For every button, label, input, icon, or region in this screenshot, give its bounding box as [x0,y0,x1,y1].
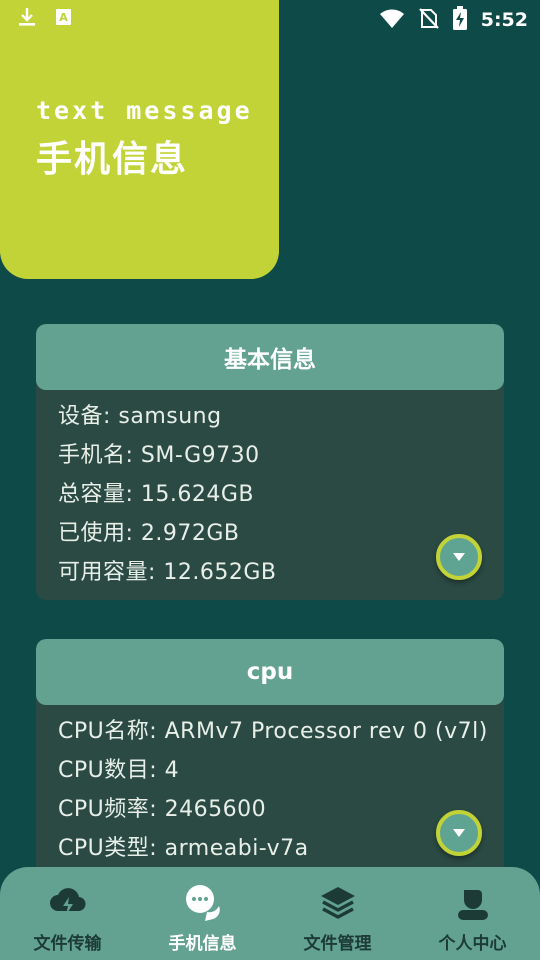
cpu-row-name: CPU名称: ARMv7 Processor rev 0 (v7l) [58,719,488,744]
expand-cpu-info-button[interactable] [436,810,482,856]
user-icon [453,883,493,923]
basic-info-title: 基本信息 [36,324,504,390]
download-icon [16,6,38,32]
chevron-down-icon [453,829,465,837]
nav-label-profile: 个人中心 [438,934,507,954]
expand-basic-info-button[interactable] [436,534,482,580]
nav-label-file-transfer: 文件传输 [33,934,102,954]
cloud-transfer-icon [48,883,88,923]
nav-item-phone-info[interactable]: 手机信息 [135,867,270,960]
info-row-model: 手机名: SM-G9730 [58,443,260,468]
nav-item-file-manager[interactable]: 文件管理 [270,867,405,960]
cpu-info-title: cpu [36,639,504,705]
status-bar: A 5:52 [0,0,540,36]
no-sim-icon [418,7,439,33]
nav-label-phone-info: 手机信息 [168,934,237,954]
status-time: 5:52 [480,9,528,31]
header-title: 手机信息 [36,139,189,180]
nav-item-profile[interactable]: 个人中心 [405,867,540,960]
chat-bubbles-icon [183,883,223,923]
info-row-device: 设备: samsung [58,404,222,429]
battery-charging-icon [452,6,467,34]
bottom-nav: 文件传输 手机信息 文件管理 个人中心 [0,867,540,960]
header-subtitle: text message [36,96,253,125]
basic-info-card: 基本信息 设备: samsung 手机名: SM-G9730 总容量: 15.6… [36,324,504,600]
info-row-total-storage: 总容量: 15.624GB [58,482,255,507]
wifi-icon [379,7,405,33]
layers-icon [318,883,358,923]
cpu-info-card: cpu CPU名称: ARMv7 Processor rev 0 (v7l) C… [36,639,504,879]
nav-item-file-transfer[interactable]: 文件传输 [0,867,135,960]
header-card: text message 手机信息 [0,0,279,279]
a-notification-icon: A [54,7,74,31]
chevron-down-icon [453,553,465,561]
cpu-row-count: CPU数目: 4 [58,758,180,783]
nav-label-file-manager: 文件管理 [303,934,372,954]
svg-text:A: A [59,11,68,24]
